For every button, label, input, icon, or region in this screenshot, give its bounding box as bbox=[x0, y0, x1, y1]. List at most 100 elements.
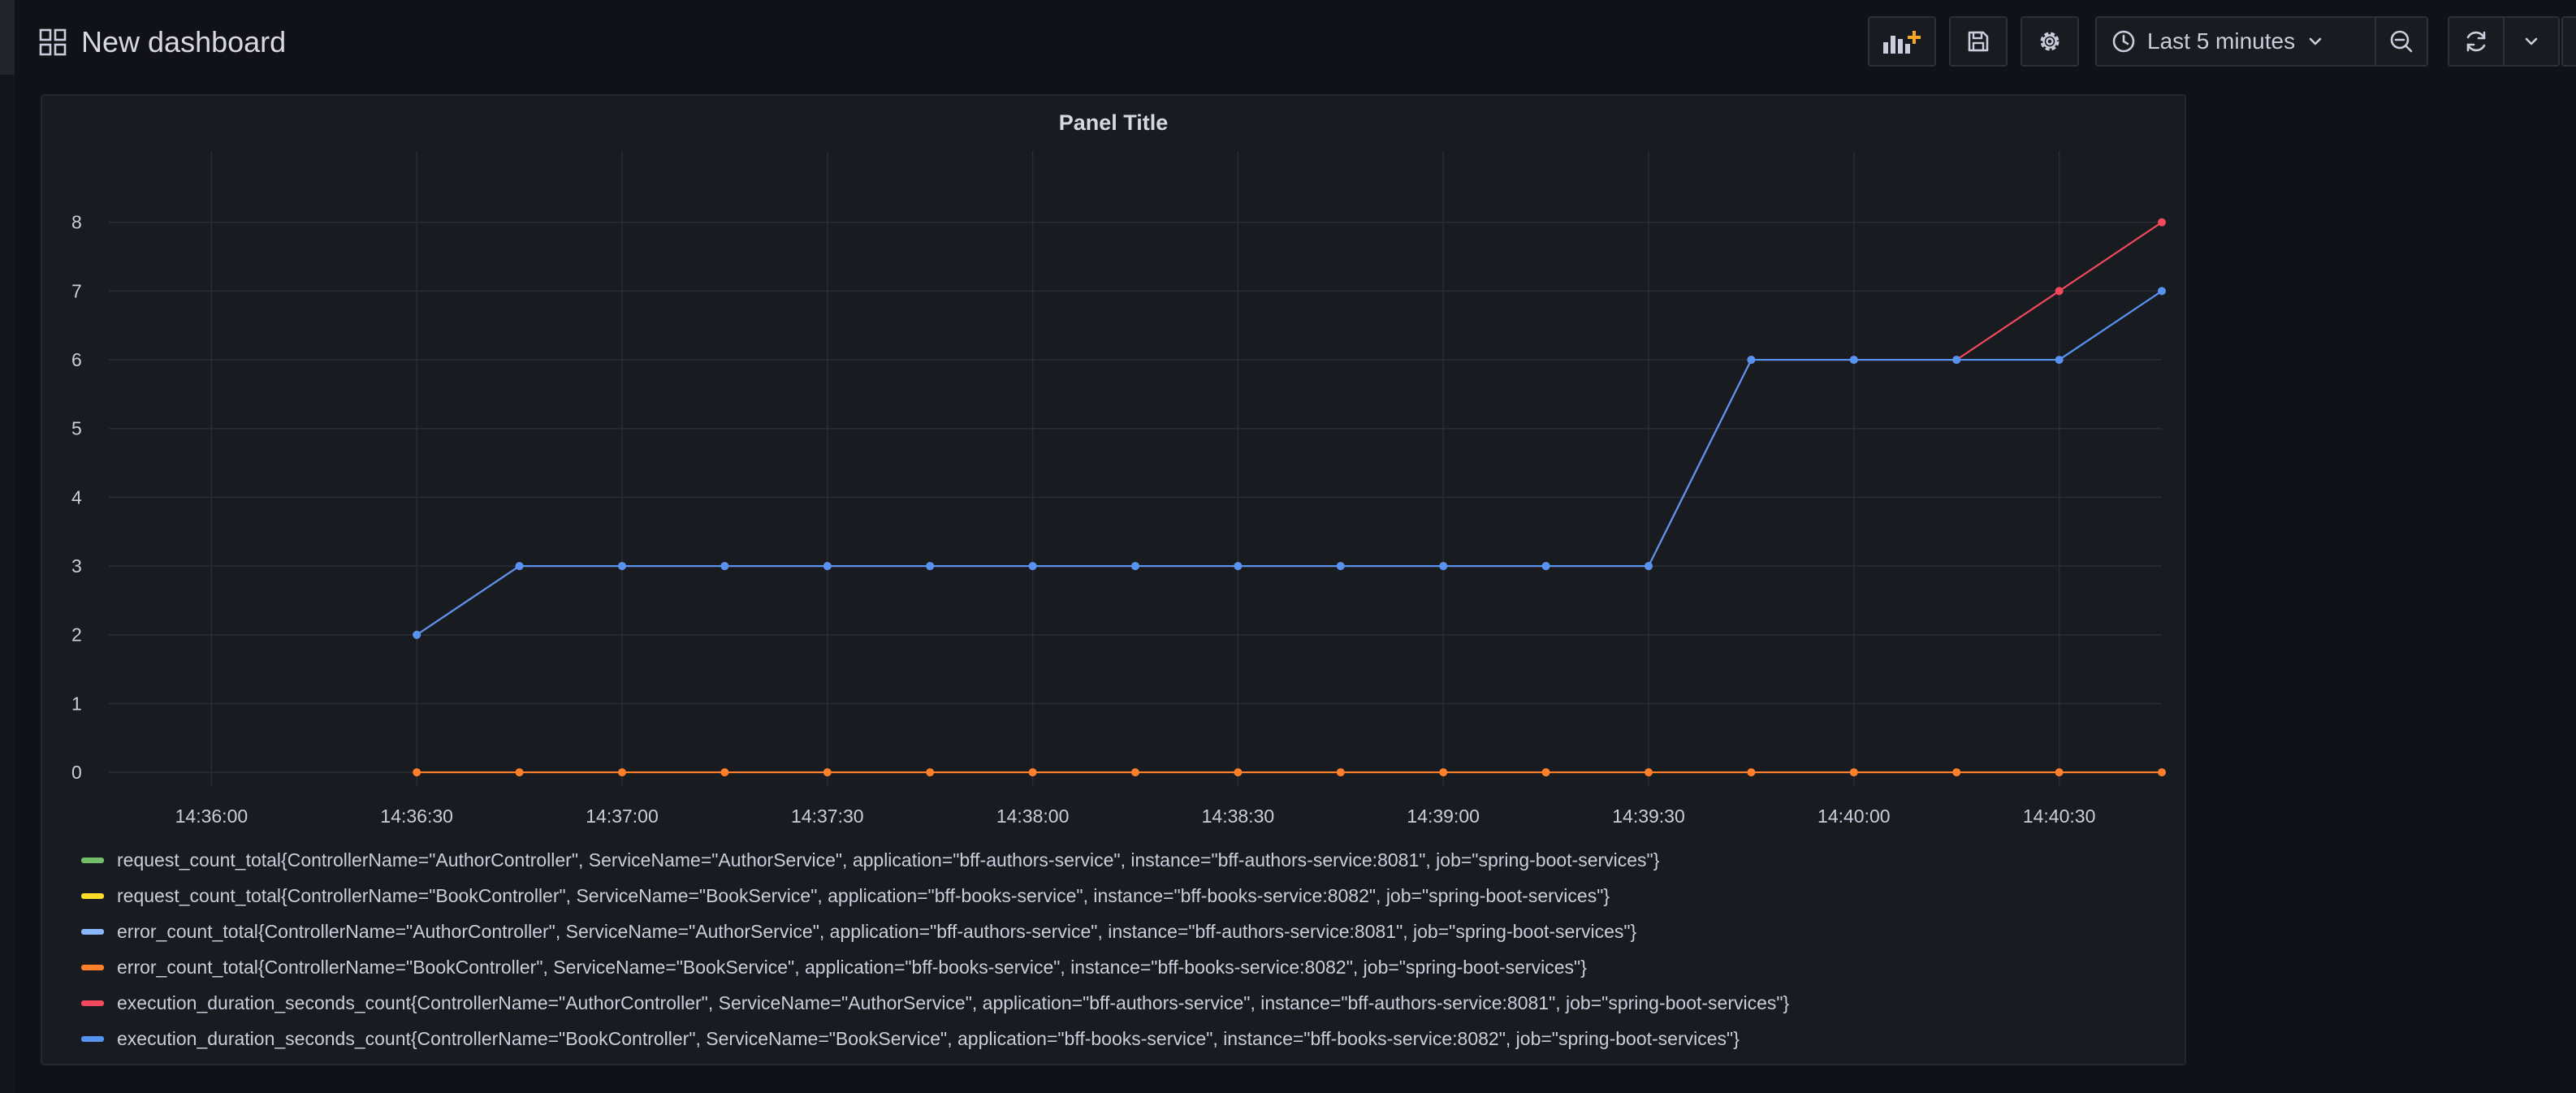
x-tick-label: 14:37:30 bbox=[791, 806, 864, 827]
legend-label: error_count_total{ControllerName="BookCo… bbox=[117, 956, 1587, 978]
data-point bbox=[1234, 768, 1243, 777]
data-point bbox=[1234, 562, 1243, 571]
y-tick-label: 2 bbox=[71, 624, 82, 646]
series-line-5 bbox=[416, 290, 2163, 636]
data-point bbox=[1541, 768, 1550, 777]
y-tick-label: 0 bbox=[71, 762, 82, 783]
data-point bbox=[1952, 768, 1961, 777]
dashboard-settings-button[interactable] bbox=[2021, 16, 2079, 67]
y-tick-label: 8 bbox=[71, 212, 82, 233]
data-point bbox=[720, 562, 729, 571]
data-point bbox=[1336, 562, 1345, 571]
legend-item[interactable]: request_count_total{ControllerName="Auth… bbox=[81, 842, 2160, 878]
save-icon bbox=[1968, 31, 1989, 52]
x-tick-label: 14:39:30 bbox=[1612, 806, 1685, 827]
data-point bbox=[2158, 287, 2166, 296]
data-point bbox=[1131, 768, 1139, 777]
clock-icon bbox=[2112, 30, 2135, 53]
grid-lines bbox=[109, 151, 2162, 786]
x-tick-label: 14:38:30 bbox=[1202, 806, 1275, 827]
data-point bbox=[1645, 562, 1653, 571]
refresh-button[interactable] bbox=[2448, 16, 2505, 67]
data-point bbox=[823, 768, 832, 777]
y-tick-label: 5 bbox=[71, 418, 82, 439]
data-point bbox=[720, 768, 729, 777]
legend-label: request_count_total{ControllerName="Book… bbox=[117, 884, 1610, 906]
data-point bbox=[1131, 562, 1139, 571]
add-panel-button[interactable] bbox=[1868, 16, 1936, 67]
legend-color-swatch bbox=[81, 1035, 104, 1042]
data-point bbox=[2055, 768, 2064, 777]
x-tick-label: 14:38:00 bbox=[996, 806, 1070, 827]
dashboard-title-area[interactable]: New dashboard bbox=[39, 18, 286, 67]
graph-panel[interactable]: Panel Title 0 1 2 3 4 5 6 7 8 14:36:00 14:36:30 14:… bbox=[41, 94, 2186, 1065]
side-menu-toggle[interactable] bbox=[0, 0, 15, 75]
legend-label: request_count_total{ControllerName="Auth… bbox=[117, 849, 1660, 871]
legend-item[interactable]: execution_duration_seconds_count{Control… bbox=[81, 1021, 2160, 1056]
data-point bbox=[1028, 562, 1037, 571]
refresh-icon bbox=[2466, 31, 2486, 52]
data-point bbox=[2055, 356, 2064, 365]
refresh-interval-button[interactable] bbox=[2503, 16, 2560, 67]
legend-color-swatch bbox=[81, 892, 104, 899]
data-point bbox=[515, 768, 524, 777]
gear-icon bbox=[2040, 32, 2060, 51]
time-range-picker[interactable]: Last 5 minutes bbox=[2095, 16, 2376, 67]
legend-color-swatch bbox=[81, 928, 104, 935]
grid-icon bbox=[39, 28, 67, 56]
data-point bbox=[1952, 356, 1961, 365]
x-tick-label: 14:37:00 bbox=[586, 806, 659, 827]
axis-labels: 0 1 2 3 4 5 6 7 8 14:36:00 14:36:30 14:37:00 14:37:3… bbox=[71, 212, 2095, 827]
add-panel-icon bbox=[1883, 31, 1921, 54]
data-point bbox=[1849, 356, 1858, 365]
data-point bbox=[1439, 768, 1448, 777]
dashboard-title[interactable]: New dashboard bbox=[81, 25, 286, 59]
toolbar-overflow-button[interactable] bbox=[2561, 16, 2576, 67]
legend-color-swatch bbox=[81, 1000, 104, 1006]
x-tick-label: 14:40:30 bbox=[2023, 806, 2096, 827]
data-point bbox=[926, 562, 935, 571]
x-tick-label: 14:39:00 bbox=[1407, 806, 1480, 827]
data-point bbox=[1336, 768, 1345, 777]
y-tick-label: 7 bbox=[71, 280, 82, 301]
data-point bbox=[1028, 768, 1037, 777]
legend-item[interactable]: execution_duration_seconds_count{Control… bbox=[81, 985, 2160, 1021]
data-point bbox=[413, 768, 421, 777]
y-tick-label: 1 bbox=[71, 693, 82, 714]
legend-color-swatch bbox=[81, 964, 104, 970]
chevron-down-icon bbox=[2309, 37, 2322, 45]
legend-item[interactable]: request_count_total{ControllerName="Book… bbox=[81, 878, 2160, 914]
dashboard-toolbar: New dashboard Last 5 minutes bbox=[15, 0, 2576, 83]
legend-color-swatch bbox=[81, 857, 104, 863]
y-tick-label: 4 bbox=[71, 486, 82, 508]
legend-label: execution_duration_seconds_count{Control… bbox=[117, 991, 1790, 1013]
data-point bbox=[1439, 562, 1448, 571]
data-point bbox=[926, 768, 935, 777]
zoom-out-icon bbox=[2390, 30, 2413, 53]
time-range-label: Last 5 minutes bbox=[2147, 28, 2296, 54]
y-tick-label: 3 bbox=[71, 555, 82, 577]
data-point bbox=[2158, 218, 2166, 227]
legend-item[interactable]: error_count_total{ControllerName="Author… bbox=[81, 914, 2160, 949]
side-menu-strip bbox=[0, 0, 15, 1093]
x-tick-label: 14:36:30 bbox=[380, 806, 453, 827]
x-tick-label: 14:36:00 bbox=[175, 806, 249, 827]
data-point bbox=[2158, 768, 2166, 777]
y-tick-label: 6 bbox=[71, 349, 82, 370]
data-point bbox=[1747, 356, 1756, 365]
data-point bbox=[1747, 768, 1756, 777]
x-tick-label: 14:40:00 bbox=[1817, 806, 1891, 827]
legend-label: error_count_total{ControllerName="Author… bbox=[117, 920, 1637, 942]
data-point bbox=[2055, 287, 2064, 296]
zoom-out-button[interactable] bbox=[2375, 16, 2428, 67]
data-point bbox=[515, 562, 524, 571]
chart-legend: request_count_total{ControllerName="Auth… bbox=[81, 842, 2160, 1056]
time-series-chart[interactable]: 0 1 2 3 4 5 6 7 8 14:36:00 14:36:30 14:37:00 14:37:3… bbox=[42, 96, 2185, 843]
legend-item[interactable]: error_count_total{ControllerName="BookCo… bbox=[81, 949, 2160, 985]
legend-label: execution_duration_seconds_count{Control… bbox=[117, 1027, 1740, 1049]
save-dashboard-button[interactable] bbox=[1949, 16, 2008, 67]
data-point bbox=[1645, 768, 1653, 777]
data-point bbox=[618, 768, 626, 777]
data-point bbox=[1849, 768, 1858, 777]
data-point bbox=[1541, 562, 1550, 571]
